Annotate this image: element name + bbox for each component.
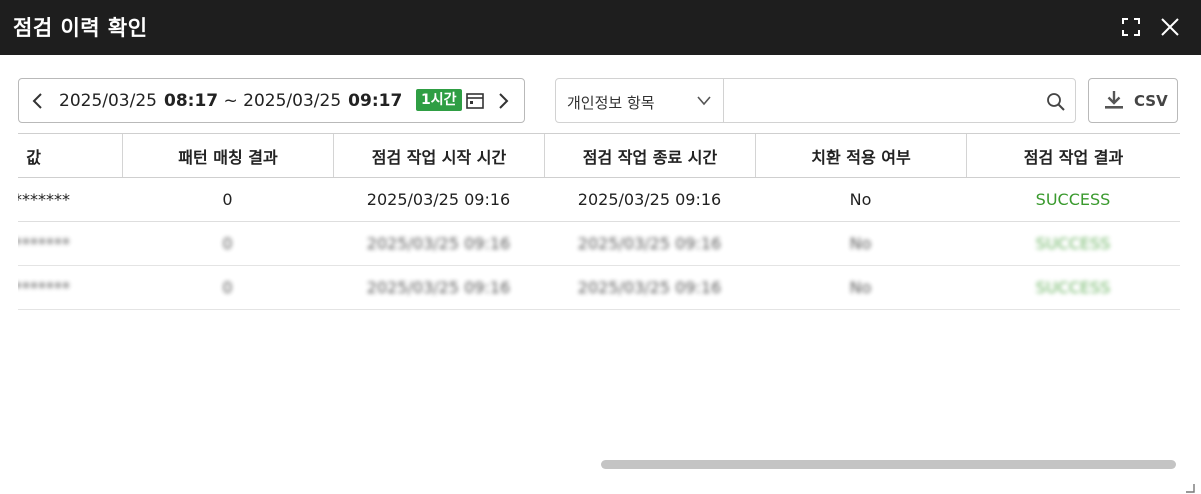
chevron-down-icon [697, 96, 711, 106]
chevron-right-icon[interactable] [496, 91, 510, 111]
cell-end-time: 2025/03/25 09:16 [577, 278, 722, 297]
category-select-value: 개인정보 항목 [567, 94, 655, 112]
cell-result: SUCCESS [1035, 190, 1111, 209]
table-row[interactable]: ******** 0 2025/03/25 09:16 2025/03/25 0… [18, 222, 1180, 266]
csv-download-button[interactable]: CSV [1088, 78, 1178, 123]
calendar-icon[interactable] [465, 91, 485, 111]
expand-icon[interactable] [1118, 14, 1144, 40]
cell-pattern-match: 0 [222, 234, 233, 253]
close-icon[interactable] [1157, 14, 1183, 40]
cell-value: ******** [18, 234, 70, 253]
duration-badge: 1시간 [416, 89, 462, 111]
window-title: 점검 이력 확인 [13, 16, 148, 40]
header-result[interactable]: 점검 작업 결과 [966, 134, 1180, 177]
header-pattern-match[interactable]: 패턴 매칭 결과 [122, 134, 333, 177]
search-group: 개인정보 항목 [555, 78, 1076, 123]
cell-end-time: 2025/03/25 09:16 [577, 190, 722, 209]
end-time: 09:17 [348, 91, 403, 111]
download-icon [1103, 89, 1125, 111]
header-replace-applied[interactable]: 치환 적용 여부 [755, 134, 966, 177]
table-row[interactable]: ******** 0 2025/03/25 09:16 2025/03/25 0… [18, 266, 1180, 310]
cell-result: SUCCESS [1035, 234, 1111, 253]
header-start-time[interactable]: 점검 작업 시작 시간 [333, 134, 544, 177]
history-table: ㅏ 값 패턴 매칭 결과 점검 작업 시작 시간 점검 작업 종료 시간 치환 … [18, 133, 1180, 311]
date-range-picker[interactable]: 2025/03/25 08:17 ~ 2025/03/25 09:17 1시간 [18, 78, 525, 123]
cell-pattern-match: 0 [222, 190, 233, 209]
cell-start-time: 2025/03/25 09:16 [366, 190, 511, 209]
cell-replace-applied: No [849, 190, 872, 209]
cell-start-time: 2025/03/25 09:16 [366, 278, 511, 297]
chevron-left-icon[interactable] [31, 91, 45, 111]
category-select[interactable]: 개인정보 항목 [556, 79, 724, 122]
table-row[interactable]: ******** 0 2025/03/25 09:16 2025/03/25 0… [18, 178, 1180, 222]
start-time: 08:17 [163, 91, 219, 111]
end-date: 2025/03/25 [243, 91, 342, 111]
cell-pattern-match: 0 [222, 278, 233, 297]
search-icon[interactable] [1046, 92, 1066, 112]
header-end-time[interactable]: 점검 작업 종료 시간 [544, 134, 755, 177]
cell-end-time: 2025/03/25 09:16 [577, 234, 722, 253]
range-separator: ~ [223, 91, 238, 111]
cell-value: ******** [18, 190, 70, 209]
cell-replace-applied: No [849, 234, 872, 253]
csv-button-label: CSV [1134, 92, 1168, 110]
cell-value: ******** [18, 278, 70, 297]
title-bar: 점검 이력 확인 [0, 0, 1201, 55]
search-input[interactable] [725, 79, 1035, 122]
date-range-text[interactable]: 2025/03/25 08:17 ~ 2025/03/25 09:17 [59, 91, 402, 111]
cell-replace-applied: No [849, 278, 872, 297]
cell-start-time: 2025/03/25 09:16 [366, 234, 511, 253]
table-header: ㅏ 값 패턴 매칭 결과 점검 작업 시작 시간 점검 작업 종료 시간 치환 … [18, 133, 1180, 178]
header-value[interactable]: ㅏ 값 [18, 134, 122, 177]
cell-result: SUCCESS [1035, 278, 1111, 297]
resize-handle-icon[interactable] [1185, 478, 1195, 493]
horizontal-scrollbar[interactable] [601, 460, 1176, 469]
start-date: 2025/03/25 [59, 91, 157, 111]
